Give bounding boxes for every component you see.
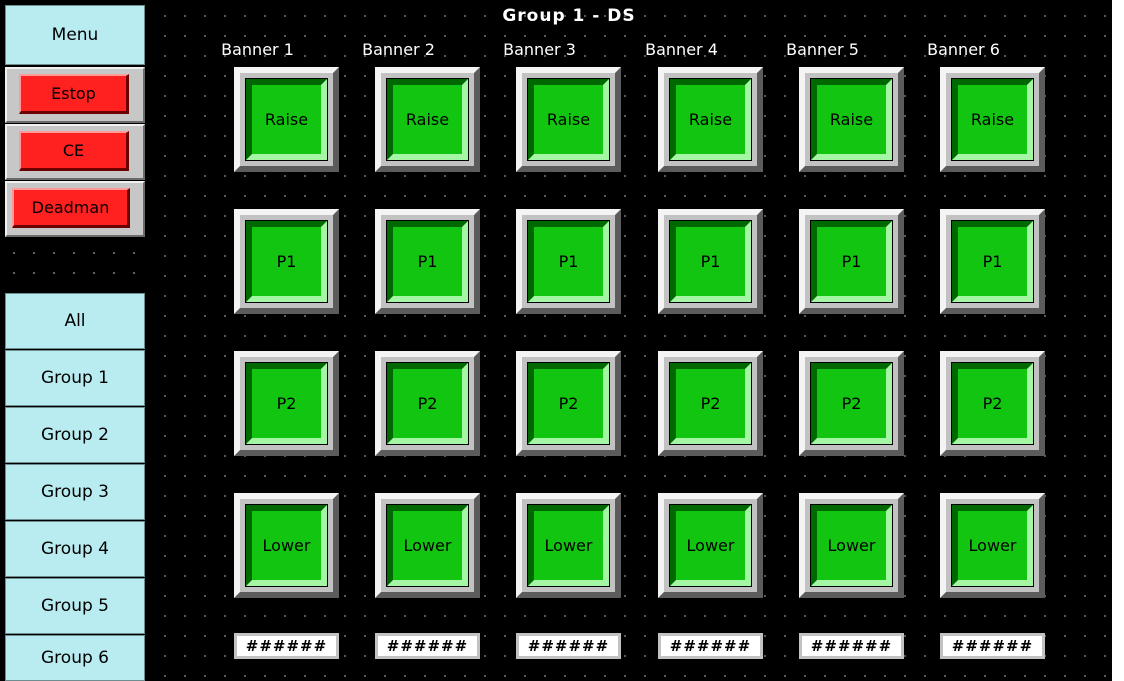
raise-label: Raise bbox=[951, 78, 1034, 161]
p2-label: P2 bbox=[810, 362, 893, 445]
group-all-button[interactable]: All bbox=[5, 293, 145, 349]
p2-label: P2 bbox=[386, 362, 469, 445]
banner-2-p2-button[interactable]: P2 bbox=[375, 351, 480, 456]
raise-label: Raise bbox=[386, 78, 469, 161]
ce-frame: CE bbox=[5, 124, 145, 180]
banner-5-label: Banner 5 bbox=[786, 40, 859, 59]
lower-label: Lower bbox=[245, 504, 328, 587]
p1-label: P1 bbox=[245, 220, 328, 303]
value-text: ###### bbox=[378, 636, 477, 656]
banner-6-p2-button[interactable]: P2 bbox=[940, 351, 1045, 456]
banner-5-lower-button[interactable]: Lower bbox=[799, 493, 904, 598]
banner-5-raise-button[interactable]: Raise bbox=[799, 67, 904, 172]
banner-6-lower-button[interactable]: Lower bbox=[940, 493, 1045, 598]
banner-6-raise-button[interactable]: Raise bbox=[940, 67, 1045, 172]
p1-label: P1 bbox=[810, 220, 893, 303]
banner-1-p2-button[interactable]: P2 bbox=[234, 351, 339, 456]
banner-5-p1-button[interactable]: P1 bbox=[799, 209, 904, 314]
window-edge bbox=[1112, 0, 1124, 681]
value-text: ###### bbox=[661, 636, 760, 656]
banner-1-value-display: ###### bbox=[234, 633, 339, 659]
sidebar-spacer bbox=[0, 237, 147, 291]
banner-2-label: Banner 2 bbox=[362, 40, 435, 59]
raise-label: Raise bbox=[810, 78, 893, 161]
banner-5-value-display: ###### bbox=[799, 633, 904, 659]
banner-3-lower-button[interactable]: Lower bbox=[516, 493, 621, 598]
banner-3-p2-button[interactable]: P2 bbox=[516, 351, 621, 456]
lower-label: Lower bbox=[386, 504, 469, 587]
p2-label: P2 bbox=[527, 362, 610, 445]
banner-4-p2-button[interactable]: P2 bbox=[658, 351, 763, 456]
banner-4-label: Banner 4 bbox=[645, 40, 718, 59]
group-6-button[interactable]: Group 6 bbox=[5, 635, 145, 681]
p2-label: P2 bbox=[245, 362, 328, 445]
banner-4-value-display: ###### bbox=[658, 633, 763, 659]
banner-6-value-display: ###### bbox=[940, 633, 1045, 659]
estop-button[interactable]: Estop bbox=[19, 74, 129, 114]
banner-4-p1-button[interactable]: P1 bbox=[658, 209, 763, 314]
value-text: ###### bbox=[802, 636, 901, 656]
group-5-button[interactable]: Group 5 bbox=[5, 578, 145, 634]
p1-label: P1 bbox=[386, 220, 469, 303]
main-panel: Group 1 - DS Banner 1 Banner 2 Banner 3 … bbox=[147, 0, 1112, 681]
group-3-button[interactable]: Group 3 bbox=[5, 464, 145, 520]
p2-label: P2 bbox=[951, 362, 1034, 445]
banner-6-label: Banner 6 bbox=[927, 40, 1000, 59]
banner-2-value-display: ###### bbox=[375, 633, 480, 659]
raise-label: Raise bbox=[669, 78, 752, 161]
banner-2-lower-button[interactable]: Lower bbox=[375, 493, 480, 598]
group-2-button[interactable]: Group 2 bbox=[5, 407, 145, 463]
sidebar: Menu Estop CE Deadman All Group 1 Group … bbox=[0, 0, 147, 681]
p1-label: P1 bbox=[951, 220, 1034, 303]
banner-1-p1-button[interactable]: P1 bbox=[234, 209, 339, 314]
page-title: Group 1 - DS bbox=[502, 6, 636, 26]
banner-3-value-display: ###### bbox=[516, 633, 621, 659]
raise-label: Raise bbox=[245, 78, 328, 161]
p2-label: P2 bbox=[669, 362, 752, 445]
banner-1-label: Banner 1 bbox=[221, 40, 294, 59]
deadman-frame: Deadman bbox=[5, 181, 145, 237]
lower-label: Lower bbox=[669, 504, 752, 587]
value-text: ###### bbox=[237, 636, 336, 656]
banner-4-lower-button[interactable]: Lower bbox=[658, 493, 763, 598]
banner-1-raise-button[interactable]: Raise bbox=[234, 67, 339, 172]
p1-label: P1 bbox=[669, 220, 752, 303]
banner-2-p1-button[interactable]: P1 bbox=[375, 209, 480, 314]
value-text: ###### bbox=[519, 636, 618, 656]
deadman-button[interactable]: Deadman bbox=[12, 188, 130, 228]
raise-label: Raise bbox=[527, 78, 610, 161]
group-4-button[interactable]: Group 4 bbox=[5, 521, 145, 577]
lower-label: Lower bbox=[951, 504, 1034, 587]
value-text: ###### bbox=[943, 636, 1042, 656]
lower-label: Lower bbox=[810, 504, 893, 587]
banner-6-p1-button[interactable]: P1 bbox=[940, 209, 1045, 314]
lower-label: Lower bbox=[527, 504, 610, 587]
p1-label: P1 bbox=[527, 220, 610, 303]
banner-4-raise-button[interactable]: Raise bbox=[658, 67, 763, 172]
banner-2-raise-button[interactable]: Raise bbox=[375, 67, 480, 172]
menu-button[interactable]: Menu bbox=[5, 5, 145, 65]
banner-3-raise-button[interactable]: Raise bbox=[516, 67, 621, 172]
banner-5-p2-button[interactable]: P2 bbox=[799, 351, 904, 456]
banner-3-label: Banner 3 bbox=[503, 40, 576, 59]
ce-button[interactable]: CE bbox=[19, 131, 129, 171]
banner-3-p1-button[interactable]: P1 bbox=[516, 209, 621, 314]
group-1-button[interactable]: Group 1 bbox=[5, 350, 145, 406]
estop-frame: Estop bbox=[5, 67, 145, 123]
banner-1-lower-button[interactable]: Lower bbox=[234, 493, 339, 598]
